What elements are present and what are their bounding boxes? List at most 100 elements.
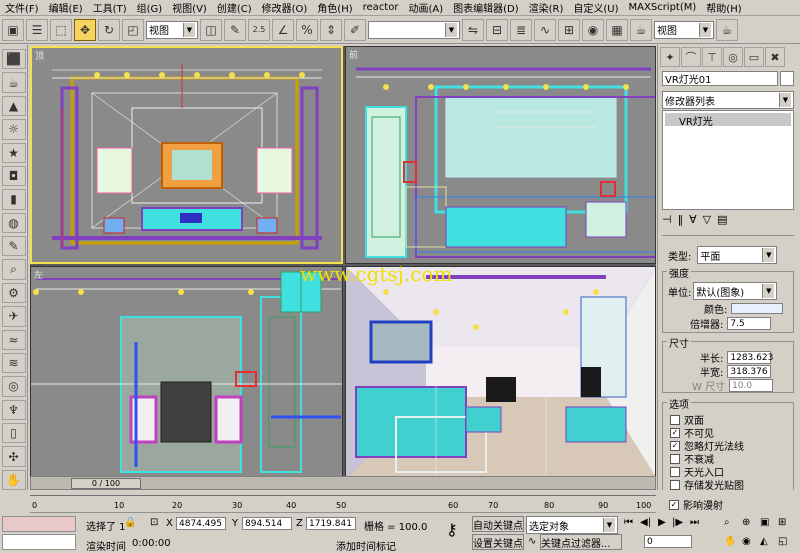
menu-help[interactable]: 帮助(H) [701, 0, 746, 15]
arc-rotate-icon[interactable]: ◉ [742, 536, 751, 547]
render-type-combo[interactable]: 视图 ▼ [654, 20, 714, 39]
curve-editor-icon[interactable]: ∿ [534, 18, 556, 41]
cone-icon[interactable]: ▲ [1, 95, 26, 117]
ring-icon[interactable]: ◎ [1, 376, 26, 397]
fan-icon[interactable]: ✣ [1, 446, 26, 467]
half-width-spinner[interactable]: 318.376 [727, 365, 772, 378]
viewport-front[interactable]: 前 [345, 46, 656, 264]
y-coordinate-field[interactable]: 894.514 [242, 517, 292, 530]
add-time-tag[interactable]: 添加时间标记 [336, 538, 396, 553]
viewport-perspective[interactable] [345, 266, 656, 478]
time-slider[interactable]: 0 / 100 [71, 478, 141, 489]
auto-key-button[interactable]: 自动关键点 [472, 516, 524, 532]
select-rotate-icon[interactable]: ↻ [98, 18, 120, 41]
render-icon[interactable]: ☕ [716, 18, 738, 41]
zoom-all-icon[interactable]: ⊕ [742, 517, 750, 528]
select-object-icon[interactable]: ▣ [2, 18, 24, 41]
light-icon[interactable]: ☼ [1, 119, 26, 140]
menu-tools[interactable]: 工具(T) [88, 0, 132, 15]
checkbox[interactable]: ✓ [670, 427, 680, 438]
go-to-start-icon[interactable]: ⏮ [624, 517, 633, 528]
menu-edit[interactable]: 编辑(E) [44, 0, 88, 15]
motion-tab-icon[interactable]: ◎ [723, 47, 743, 67]
modify-tab-icon[interactable]: ⌒ [681, 47, 701, 67]
teapot-icon[interactable]: ☕ [1, 72, 26, 93]
menu-maxscript[interactable]: MAXScript(M) [624, 2, 702, 13]
snap-toggle-icon[interactable]: 2.5 [248, 18, 270, 41]
region-select-icon[interactable]: ⬚ [50, 18, 72, 41]
checkbox[interactable] [670, 479, 680, 490]
zoom-extents-icon[interactable]: ▣ [760, 517, 769, 528]
percent-snap-icon[interactable]: % [296, 18, 318, 41]
previous-frame-icon[interactable]: ◀| [640, 517, 651, 528]
named-selection-icon[interactable]: ✐ [344, 18, 366, 41]
box-icon[interactable]: ⬛ [1, 49, 26, 70]
menu-character[interactable]: 角色(H) [312, 0, 357, 15]
star-icon[interactable]: ★ [1, 142, 26, 163]
option-store-irradiance[interactable]: 存储发光贴图 [670, 477, 744, 492]
stack-item[interactable]: VR灯光 [665, 113, 791, 128]
select-manipulate-icon[interactable]: ✎ [224, 18, 246, 41]
time-slider-track[interactable]: 0 / 100 [30, 476, 656, 490]
pipe-icon[interactable]: ◍ [1, 212, 26, 233]
hand-icon[interactable]: ✋ [1, 469, 26, 491]
go-to-end-icon[interactable]: ⏭ [690, 517, 699, 528]
display-tab-icon[interactable]: ▭ [744, 47, 764, 67]
pivot-icon[interactable]: ◫ [200, 18, 222, 41]
key-filters-button[interactable]: 关键点过滤器... [540, 534, 622, 550]
menu-rendering[interactable]: 渲染(R) [524, 0, 569, 15]
absolute-mode-icon[interactable]: ⊡ [150, 517, 158, 528]
object-name-field[interactable]: VR灯光01 [662, 71, 778, 86]
zoom-extents-all-icon[interactable]: ⊞ [778, 517, 786, 528]
cylinder-icon[interactable]: ▮ [1, 189, 26, 210]
search-icon[interactable]: ⌕ [1, 259, 26, 280]
gear-icon[interactable]: ⚙ [1, 282, 26, 304]
set-key-button[interactable]: 设置关键点 [472, 534, 524, 550]
menu-reactor[interactable]: reactor [358, 2, 404, 13]
make-unique-icon[interactable]: ∀ [689, 213, 697, 231]
checkbox[interactable]: ✓ [670, 440, 680, 451]
quick-render-icon[interactable]: ☕ [630, 18, 652, 41]
z-coordinate-field[interactable]: 1719.841 [306, 517, 356, 530]
half-length-spinner[interactable]: 1283.623 [727, 351, 773, 364]
can-icon[interactable]: ▯ [1, 423, 26, 444]
multiplier-spinner[interactable]: 7.5 [727, 317, 772, 330]
utilities-tab-icon[interactable]: ✖ [765, 47, 785, 67]
menu-file[interactable]: 文件(F) [0, 0, 44, 15]
type-combo[interactable]: 平面 ▼ [697, 246, 778, 264]
select-scale-icon[interactable]: ◰ [122, 18, 144, 41]
bone-icon[interactable]: ♆ [1, 399, 26, 420]
menu-views[interactable]: 视图(V) [167, 0, 212, 15]
lock-selection-icon[interactable]: 🔒 [124, 517, 136, 528]
track-bar[interactable]: 0 10 20 30 40 50 60 70 80 90 100 [30, 491, 656, 513]
wave-icon[interactable]: ≋ [1, 352, 26, 374]
next-frame-icon[interactable]: |▶ [672, 517, 683, 528]
remove-modifier-icon[interactable]: ▽ [703, 213, 711, 231]
checkbox[interactable] [670, 466, 680, 477]
current-frame-field[interactable]: 0 [644, 535, 692, 548]
maximize-viewport-icon[interactable]: ◱ [778, 536, 787, 547]
pan-icon[interactable]: ✋ [724, 536, 736, 547]
viewport-left[interactable]: 左 [30, 266, 343, 478]
modifier-list-combo[interactable]: 修改器列表 ▼ [662, 91, 794, 109]
zoom-icon[interactable]: ⌕ [724, 517, 730, 528]
create-tab-icon[interactable]: ✦ [660, 47, 680, 67]
hierarchy-tab-icon[interactable]: ⊤ [702, 47, 722, 67]
wrench-icon[interactable]: ✎ [1, 236, 26, 257]
show-end-result-icon[interactable]: ‖ [678, 213, 684, 231]
key-icon[interactable]: ⚷ [446, 520, 458, 539]
unit-combo[interactable]: 默认(图象) ▼ [693, 282, 778, 300]
select-move-icon[interactable]: ✥ [74, 18, 96, 41]
play-icon[interactable]: ▶ [658, 517, 666, 528]
angle-snap-icon[interactable]: ∠ [272, 18, 294, 41]
configure-sets-icon[interactable]: ▤ [717, 213, 727, 231]
render-scene-icon[interactable]: ▦ [606, 18, 628, 41]
viewport-top[interactable]: 顶 [30, 46, 343, 264]
layer-manager-icon[interactable]: ≣ [510, 18, 532, 41]
menu-animation[interactable]: 动画(A) [403, 0, 448, 15]
reference-coord-combo[interactable]: 视图 ▼ [146, 20, 198, 39]
menu-graph-editors[interactable]: 图表编辑器(D) [448, 0, 524, 15]
space-warp-icon[interactable]: ≈ [1, 329, 26, 350]
selection-set-combo[interactable]: 选定对象 ▼ [526, 516, 618, 534]
field-of-view-icon[interactable]: ◭ [760, 536, 768, 547]
